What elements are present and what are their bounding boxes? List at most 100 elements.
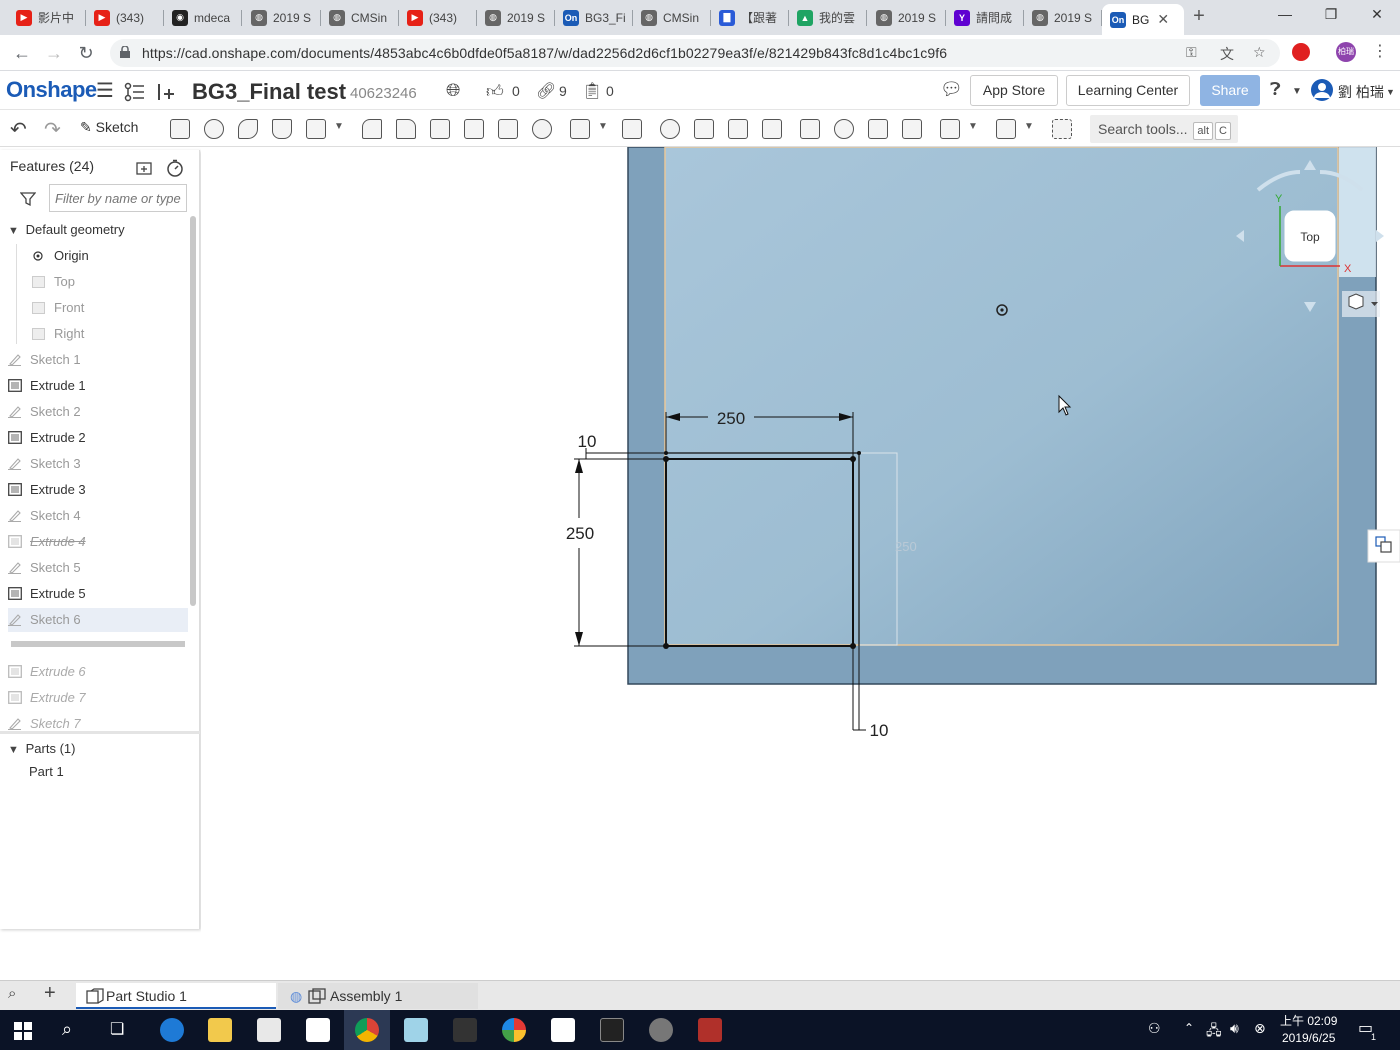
sheet-metal-chevron-icon[interactable]: ▼	[1024, 121, 1034, 132]
translate-icon[interactable]: 文	[1220, 44, 1234, 64]
document-title[interactable]: BG3_Final test	[192, 79, 346, 105]
add-tab-icon[interactable]: +	[44, 982, 56, 1005]
restore-button[interactable]: ❐	[1308, 6, 1354, 28]
browser-tab[interactable]: ▲ 我的雲	[789, 4, 867, 31]
feature-list-scrollbar[interactable]	[190, 216, 196, 606]
part-item[interactable]: Part 1	[29, 760, 209, 784]
video-editor-icon[interactable]	[551, 1018, 575, 1042]
add-folder-icon[interactable]	[136, 160, 154, 176]
panel-divider[interactable]	[0, 731, 200, 734]
ime-icon[interactable]: ⊗	[1254, 1020, 1266, 1037]
transform-icon[interactable]	[728, 119, 748, 139]
hole-icon[interactable]	[532, 119, 552, 139]
view-options-icon[interactable]	[1342, 291, 1380, 317]
onshape-logo[interactable]: Onshape	[6, 77, 97, 103]
feature-item[interactable]: Extrude 7	[8, 686, 188, 710]
task-view-icon[interactable]: ❏	[110, 1019, 124, 1039]
feature-item[interactable]: Sketch 2	[8, 400, 188, 424]
user-menu-chevron-icon[interactable]: ▼	[1386, 87, 1395, 97]
key-icon[interactable]: ⚿	[1186, 44, 1197, 61]
network-icon[interactable]: 🖧︎	[1206, 1020, 1222, 1044]
loft-icon[interactable]	[272, 119, 292, 139]
hamburger-menu-icon[interactable]: ☰	[96, 78, 114, 103]
browser-tab[interactable]: On BG3_Fi	[555, 4, 633, 31]
move-face-icon[interactable]	[868, 119, 888, 139]
tab-part-studio[interactable]: Part Studio 1	[76, 983, 276, 1009]
tray-chevron-icon[interactable]: ⌃	[1184, 1021, 1194, 1035]
sheet-metal-icon[interactable]	[996, 119, 1016, 139]
sketch-vertex[interactable]	[857, 451, 861, 455]
revolve-icon[interactable]	[204, 119, 224, 139]
parts-group[interactable]: ▼ Parts (1)	[8, 737, 188, 761]
help-icon[interactable]: ❓︎	[1270, 79, 1281, 100]
tab-search-icon[interactable]: ⌕	[8, 985, 16, 1002]
extension-icon[interactable]	[1292, 43, 1310, 61]
redo-icon[interactable]: ↷	[44, 117, 61, 142]
modify-fillet-icon[interactable]	[800, 119, 820, 139]
sweep-icon[interactable]	[238, 119, 258, 139]
delete-face-icon[interactable]	[834, 119, 854, 139]
fillet-icon[interactable]	[362, 119, 382, 139]
terminal-icon[interactable]	[600, 1018, 624, 1042]
chrome-icon[interactable]	[355, 1018, 379, 1042]
app-icon[interactable]	[502, 1018, 526, 1042]
forward-arrow-icon[interactable]: →	[42, 41, 66, 65]
pattern-icon[interactable]	[570, 119, 590, 139]
graphics-viewport[interactable]: 250 250 250 10 10 X Y Top	[201, 147, 1400, 980]
feature-item[interactable]: Origin	[8, 244, 188, 268]
model-canvas[interactable]: 250 250 250 10 10 X Y Top	[201, 147, 1400, 980]
more-chevron-icon[interactable]: ▼	[334, 121, 344, 132]
browser-tab[interactable]: Y 請問成	[946, 4, 1024, 31]
rollback-bar[interactable]	[11, 641, 185, 647]
feature-item[interactable]: Extrude 3	[8, 478, 188, 502]
browser-tab[interactable]: ▇ 【跟著	[711, 4, 789, 31]
filter-icon[interactable]	[20, 191, 36, 207]
branch-icon[interactable]	[124, 82, 146, 102]
feature-item[interactable]: Extrude 5	[8, 582, 188, 606]
feature-item[interactable]: Sketch 3	[8, 452, 188, 476]
replace-face-icon[interactable]	[902, 119, 922, 139]
search-icon[interactable]: ⌕	[62, 1019, 72, 1040]
comment-icon[interactable]: 💬︎	[940, 79, 963, 100]
notes-app-icon[interactable]	[404, 1018, 428, 1042]
back-arrow-icon[interactable]: ←	[10, 41, 34, 65]
extrude-icon[interactable]	[170, 119, 190, 139]
feature-item[interactable]: Sketch 6	[8, 608, 188, 632]
browser-tab[interactable]: ◍ 2019 S	[1024, 4, 1102, 31]
windows-start-icon[interactable]	[14, 1022, 32, 1040]
feature-item[interactable]: Sketch 5	[8, 556, 188, 580]
people-icon[interactable]: ⚇	[1148, 1020, 1161, 1037]
split-icon[interactable]	[694, 119, 714, 139]
mirror-icon[interactable]	[622, 119, 642, 139]
feature-item[interactable]: Extrude 1	[8, 374, 188, 398]
volume-icon[interactable]: 🔊︎	[1230, 1020, 1239, 1037]
shell-icon[interactable]	[498, 119, 518, 139]
link-icon[interactable]: 🔗︎	[536, 81, 556, 101]
user-avatar-icon[interactable]	[1310, 78, 1334, 102]
minimize-button[interactable]: —	[1262, 6, 1308, 28]
mail-icon[interactable]	[306, 1018, 330, 1042]
dimension-offset-right-label[interactable]: 10	[870, 721, 889, 740]
browser-menu-icon[interactable]: ⋮	[1372, 41, 1388, 61]
plane-icon[interactable]	[940, 119, 960, 139]
dimension-height-label[interactable]: 250	[566, 524, 594, 543]
add-custom-feature-icon[interactable]	[1052, 119, 1072, 139]
tab-assembly[interactable]: ◍ Assembly 1	[278, 983, 478, 1009]
feature-item[interactable]: Extrude 4	[8, 530, 188, 554]
browser-tab[interactable]: ◍ CMSin	[321, 4, 399, 31]
browser-tab[interactable]: ◍ 2019 S	[477, 4, 555, 31]
view-right-arrow-icon[interactable]	[1376, 230, 1384, 242]
close-window-button[interactable]: ✕	[1354, 6, 1400, 28]
feature-item[interactable]: Extrude 6	[8, 660, 188, 684]
rib-icon[interactable]	[464, 119, 484, 139]
url-omnibox[interactable]: https://cad.onshape.com/documents/4853ab…	[110, 39, 1280, 67]
feature-item[interactable]: Right	[8, 322, 188, 346]
globe-icon[interactable]: 🌐︎	[446, 80, 460, 101]
browser-tab[interactable]: ▶ 影片中	[8, 4, 86, 31]
thumbs-up-icon[interactable]: 👍︎	[486, 81, 504, 102]
user-name[interactable]: 劉 柏瑞	[1338, 82, 1384, 102]
draft-icon[interactable]	[430, 119, 450, 139]
solidworks-icon[interactable]	[453, 1018, 477, 1042]
feature-item[interactable]: Sketch 1	[8, 348, 188, 372]
feature-item[interactable]: Extrude 2	[8, 426, 188, 450]
